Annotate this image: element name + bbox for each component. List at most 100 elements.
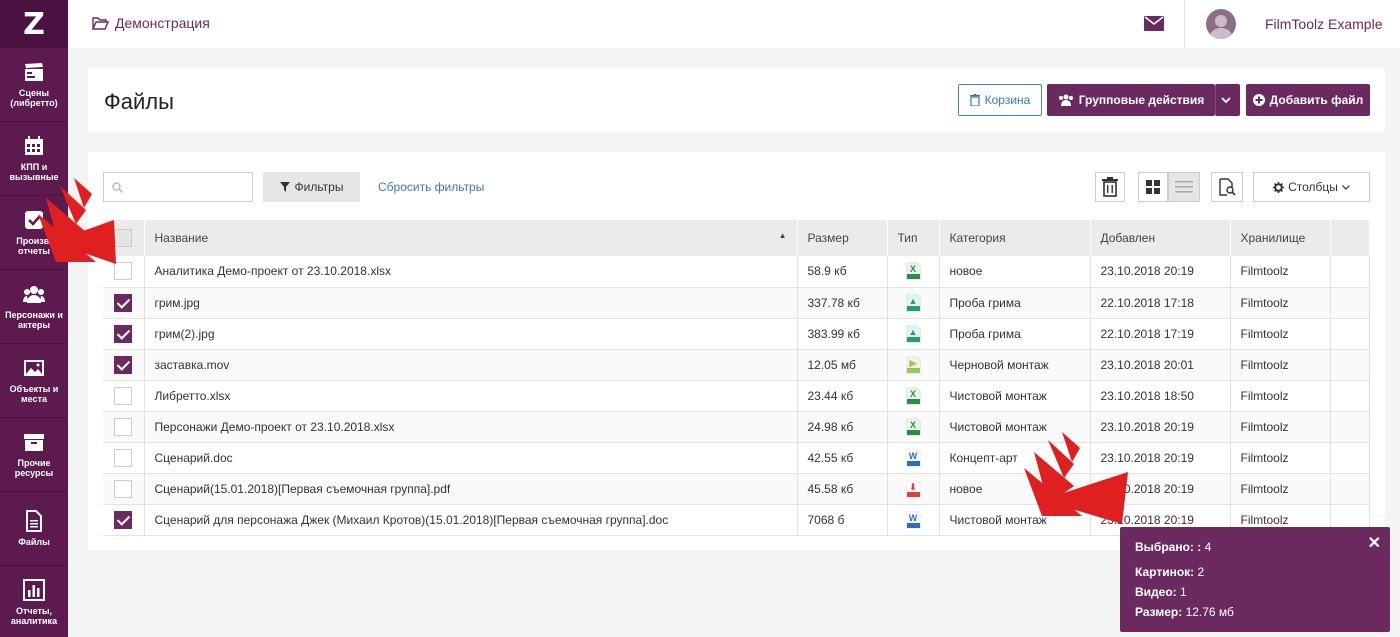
delete-button[interactable]	[1095, 172, 1125, 202]
close-icon[interactable]: ✕	[1368, 533, 1381, 553]
app-logo[interactable]: Z	[0, 0, 68, 48]
users-icon	[1058, 94, 1073, 106]
row-extra-cell	[1330, 349, 1370, 381]
table-row[interactable]: заставка.mov 12.05 мб ▶ Черновой монтаж 23.1…	[103, 349, 1370, 381]
file-name[interactable]: грим.jpg	[144, 287, 798, 319]
grid-view-button[interactable]	[1138, 172, 1168, 202]
table-row[interactable]: Аналитика Демо-проект от 23.10.2018.xlsx…	[103, 256, 1370, 288]
column-header-name[interactable]: Название ▲	[144, 220, 798, 256]
file-type-cell: ▲	[887, 318, 940, 350]
svg-text:▲: ▲	[908, 327, 917, 337]
filter-icon	[279, 182, 290, 192]
columns-button[interactable]: Столбцы	[1253, 172, 1370, 202]
preview-button[interactable]	[1211, 172, 1243, 202]
file-name[interactable]: Сценарий для персонажа Джек (Михаил Крот…	[144, 504, 798, 536]
group-actions-dropdown[interactable]	[1215, 84, 1240, 116]
row-select-cell	[103, 380, 145, 412]
file-name[interactable]: Аналитика Демо-проект от 23.10.2018.xlsx	[144, 256, 798, 288]
row-extra-cell	[1330, 442, 1370, 474]
file-name[interactable]: грим(2).jpg	[144, 318, 798, 350]
file-name[interactable]: Персонажи Демо-проект от 23.10.2018.xlsx	[144, 411, 798, 443]
file-storage: Filmtoolz	[1230, 349, 1331, 381]
file-storage: Filmtoolz	[1230, 318, 1331, 350]
archive-icon	[24, 434, 44, 451]
table-row[interactable]: грим.jpg 337.78 кб ▲ Проба грима 22.10.2018 …	[103, 287, 1370, 319]
columns-label: Столбцы	[1288, 180, 1338, 194]
chevron-down-icon	[1220, 96, 1231, 103]
column-header-storage[interactable]: Хранилище	[1230, 220, 1331, 256]
column-header-size[interactable]: Размер	[797, 220, 888, 256]
sidebar-item-scenes[interactable]: Сцены (либретто)	[0, 48, 68, 122]
avatar[interactable]	[1206, 9, 1236, 39]
clapperboard-icon	[25, 63, 43, 81]
file-category: Проба грима	[939, 287, 1091, 319]
doc-file-icon: W	[905, 448, 921, 467]
file-name[interactable]: Либретто.xlsx	[144, 380, 798, 412]
file-storage: Filmtoolz	[1230, 411, 1331, 443]
folder-open-icon	[92, 16, 109, 30]
file-added: 22.10.2018 17:18	[1090, 287, 1231, 319]
file-size: 337.78 кб	[797, 287, 888, 319]
search-input[interactable]	[103, 172, 253, 202]
list-view-button[interactable]	[1168, 172, 1200, 202]
file-size: 7068 б	[797, 504, 888, 536]
file-name[interactable]: Сценарий(15.01.2018)[Первая съемочная гр…	[144, 473, 798, 505]
row-checkbox[interactable]	[114, 417, 133, 436]
row-checkbox[interactable]	[114, 510, 133, 529]
table-row[interactable]: грим(2).jpg 383.99 кб ▲ Проба грима 22.10.20…	[103, 318, 1370, 350]
file-type-cell: X	[887, 380, 940, 412]
row-checkbox[interactable]	[114, 479, 133, 498]
column-header-type[interactable]: Тип	[887, 220, 940, 256]
add-file-button[interactable]: Добавить файл	[1246, 84, 1370, 116]
file-added: 23.10.2018 18:50	[1090, 380, 1231, 412]
column-header-added[interactable]: Добавлен	[1090, 220, 1231, 256]
row-checkbox[interactable]	[114, 355, 133, 374]
breadcrumb[interactable]: Демонстрация	[92, 15, 210, 31]
filters-button[interactable]: Фильтры	[263, 172, 360, 202]
table-row[interactable]: Сценарий.doc 42.55 кб W Концепт-арт 23.10.20…	[103, 442, 1370, 474]
row-checkbox[interactable]	[114, 324, 133, 343]
file-size: 42.55 кб	[797, 442, 888, 474]
trash-button[interactable]: Корзина	[958, 84, 1042, 116]
file-icon	[26, 510, 42, 532]
sidebar-item-characters[interactable]: Персонажи и актеры	[0, 270, 68, 344]
file-search-icon	[1219, 178, 1236, 196]
add-file-label: Добавить файл	[1269, 93, 1364, 107]
svg-text:▶: ▶	[908, 358, 917, 368]
mail-icon[interactable]	[1144, 16, 1164, 31]
breadcrumb-label: Демонстрация	[115, 15, 210, 31]
row-checkbox[interactable]	[114, 293, 133, 312]
row-select-cell	[103, 504, 145, 536]
file-name[interactable]: заставка.mov	[144, 349, 798, 381]
file-size: 23.44 кб	[797, 380, 888, 412]
file-category: новое	[939, 256, 1091, 288]
sidebar-item-objects[interactable]: Объекты и места	[0, 344, 68, 418]
doc-file-icon: W	[905, 510, 921, 529]
row-checkbox[interactable]	[114, 448, 133, 467]
group-actions-button[interactable]: Групповые действия	[1047, 84, 1215, 116]
table-row[interactable]: Либретто.xlsx 23.44 кб X Чистовой монтаж 23.…	[103, 380, 1370, 412]
jpg-file-icon: ▲	[905, 293, 921, 312]
table-row[interactable]: Сценарий(15.01.2018)[Первая съемочная гр…	[103, 473, 1370, 505]
file-category: Проба грима	[939, 318, 1091, 350]
row-select-cell	[103, 442, 145, 474]
sidebar-item-analytics[interactable]: Отчеты, аналитика	[0, 566, 68, 637]
file-category: Черновой монтаж	[939, 349, 1091, 381]
sidebar-item-label: Сцены (либретто)	[10, 88, 58, 108]
file-storage: Filmtoolz	[1230, 287, 1331, 319]
user-name[interactable]: FilmToolz Example	[1265, 16, 1382, 32]
sidebar-item-resources[interactable]: Прочие ресурсы	[0, 418, 68, 492]
bar-chart-icon	[23, 579, 45, 601]
row-checkbox[interactable]	[114, 386, 133, 405]
jpg-file-icon: ▲	[905, 324, 921, 343]
reset-filters-link[interactable]: Сбросить фильтры	[378, 180, 484, 194]
sidebar-item-files[interactable]: Файлы	[0, 492, 68, 566]
svg-text:⬇: ⬇	[909, 482, 917, 492]
video-count: Видео: 1	[1135, 585, 1187, 599]
file-name[interactable]: Сценарий.doc	[144, 442, 798, 474]
row-select-cell	[103, 287, 145, 319]
table-row[interactable]: Персонажи Демо-проект от 23.10.2018.xlsx…	[103, 411, 1370, 443]
files-panel: Фильтры Сбросить фильтры Столбцы Названи…	[88, 152, 1385, 550]
column-header-category[interactable]: Категория	[939, 220, 1091, 256]
svg-text:X: X	[909, 420, 915, 430]
